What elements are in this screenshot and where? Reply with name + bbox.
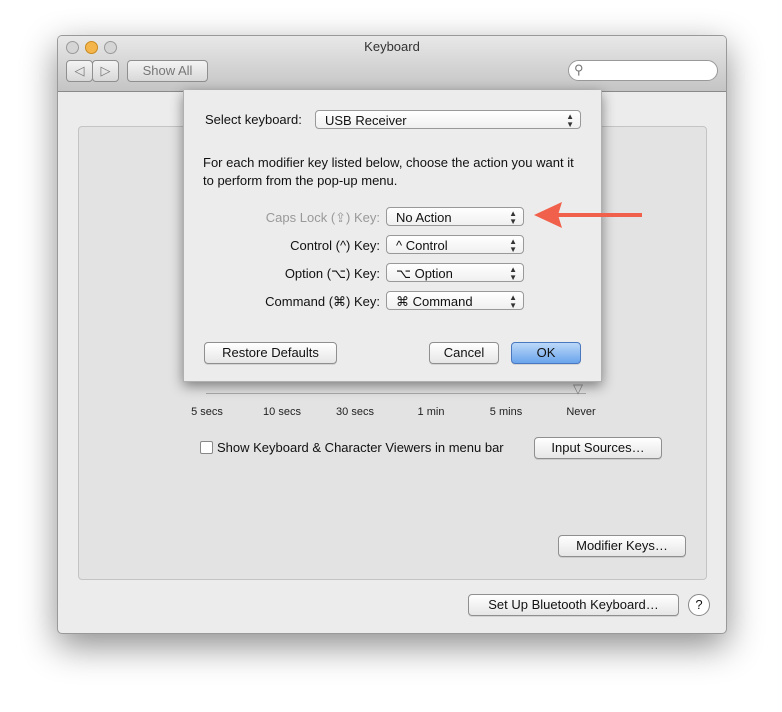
show-viewers-label: Show Keyboard & Character Viewers in men… xyxy=(217,440,504,455)
show-viewers-checkbox[interactable] xyxy=(200,441,213,454)
tick-label: 5 secs xyxy=(191,406,223,418)
instructions: For each modifier key listed below, choo… xyxy=(203,155,574,188)
option-label: Option (⌥) Key: xyxy=(284,266,380,281)
bluetooth-setup-button[interactable]: Set Up Bluetooth Keyboard… xyxy=(468,594,679,616)
command-popup[interactable]: ⌘ Command ▲ ▼ xyxy=(386,291,524,310)
popup-value: ^ Control xyxy=(396,238,448,253)
help-button[interactable]: ? xyxy=(688,594,710,616)
ok-button[interactable]: OK xyxy=(511,342,581,364)
back-button[interactable]: ◁ xyxy=(66,60,93,82)
popup-value: ⌥ Option xyxy=(396,266,453,281)
updown-icon: ▲ ▼ xyxy=(509,265,517,282)
updown-icon: ▲ ▼ xyxy=(509,293,517,310)
caps-lock-popup[interactable]: No Action ▲ ▼ xyxy=(386,207,524,226)
tick-label: 1 min xyxy=(417,406,445,418)
modifier-keys-sheet: Select keyboard: USB Receiver ▲ ▼ For each… xyxy=(183,90,602,382)
window-title: Keyboard xyxy=(364,39,420,54)
caps-lock-label: Caps Lock (⇪) Key: xyxy=(265,210,380,225)
popup-value: No Action xyxy=(396,210,452,225)
updown-icon: ▲ ▼ xyxy=(509,209,517,226)
show-all-button[interactable]: Show All xyxy=(127,60,208,82)
input-sources-button[interactable]: Input Sources… xyxy=(534,437,662,459)
delay-slider-track[interactable] xyxy=(206,393,586,394)
restore-defaults-button[interactable]: Restore Defaults xyxy=(204,342,337,364)
search-input[interactable]: ⚲ xyxy=(568,60,718,81)
select-keyboard-label: Select keyboard: xyxy=(205,112,302,127)
updown-icon: ▲ ▼ xyxy=(509,237,517,254)
forward-button[interactable]: ▷ xyxy=(92,60,119,82)
search-icon: ⚲ xyxy=(574,62,584,77)
select-keyboard-popup[interactable]: USB Receiver ▲ ▼ xyxy=(315,110,581,129)
popup-value: USB Receiver xyxy=(325,113,407,128)
toolbar: Keyboard ◁ ▷ Show All ⚲ xyxy=(58,36,726,92)
annotation-arrow-icon xyxy=(534,202,642,228)
control-label: Control (^) Key: xyxy=(290,238,380,253)
modifier-keys-button[interactable]: Modifier Keys… xyxy=(558,535,686,557)
updown-icon: ▲ ▼ xyxy=(566,112,574,129)
slider-thumb[interactable]: ▽ xyxy=(573,381,583,397)
option-popup[interactable]: ⌥ Option ▲ ▼ xyxy=(386,263,524,282)
command-label: Command (⌘) Key: xyxy=(265,294,380,309)
control-popup[interactable]: ^ Control ▲ ▼ xyxy=(386,235,524,254)
tick-label: 10 secs xyxy=(263,406,301,418)
cancel-button[interactable]: Cancel xyxy=(429,342,499,364)
tick-label: Never xyxy=(566,406,596,418)
popup-value: ⌘ Command xyxy=(396,294,473,309)
tick-label: 5 mins xyxy=(489,406,523,418)
tick-label: 30 secs xyxy=(336,406,374,418)
